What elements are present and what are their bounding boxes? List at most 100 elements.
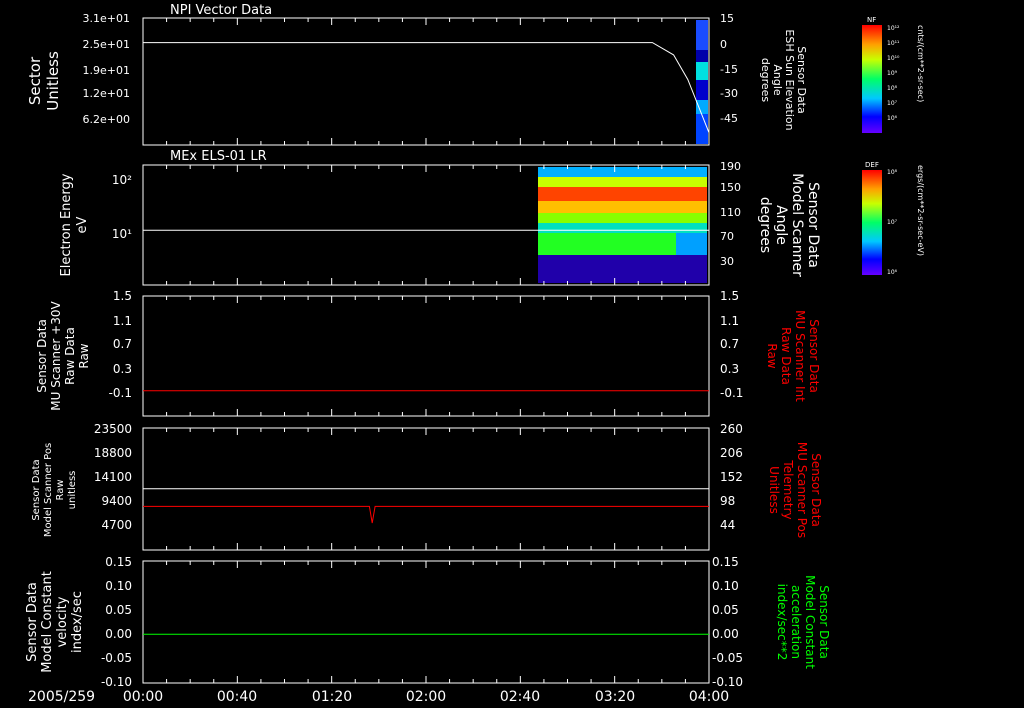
p3-rtick: 0.7 (720, 337, 739, 351)
p4-ytick: 4700 (101, 518, 132, 532)
p5-rtick: 0.05 (712, 603, 739, 617)
panel-1-frame (142, 17, 710, 146)
p4-rlabel: Telemetry (781, 459, 795, 519)
p3-ylabel: Sensor Data (35, 319, 49, 393)
p3-ytick: 1.5 (113, 289, 132, 303)
p3-rtick: -0.1 (720, 386, 743, 400)
p4-ytick: 23500 (94, 422, 132, 436)
p1-rtick: 0 (720, 38, 727, 51)
p3-rlabel: Raw (765, 343, 779, 368)
p5-ylabel: velocity (55, 596, 70, 647)
p5-ytick: 0.10 (105, 579, 132, 593)
p4-rtick: 98 (720, 494, 735, 508)
p5-ylabel: index/sec (70, 591, 85, 653)
p1-ytick: 2.5e+01 (83, 38, 130, 51)
p1-ytick: 6.2e+00 (83, 113, 130, 126)
p3-rtick: 0.3 (720, 362, 739, 376)
p2-ylabel: Electron Energy (59, 173, 74, 276)
p4-rtick: 206 (720, 446, 743, 460)
colorbar-def-tick: 10⁶ (887, 269, 898, 276)
p4-ytick: 14100 (94, 470, 132, 484)
p3-rtick: 1.1 (720, 314, 739, 328)
colorbar-nf-tick: 10⁹ (887, 70, 898, 77)
p5-ytick: 0.00 (105, 627, 132, 641)
p2-spectrogram (538, 167, 707, 283)
p1-rtick: -15 (720, 63, 738, 76)
p3-rlabel: Sensor Data (807, 319, 821, 393)
p5-rlabel: Model Constant (803, 575, 817, 669)
p3-rlabel: MU Scanner Int (793, 310, 807, 402)
colorbar-nf: NF 10¹² 10¹¹ 10¹⁰ 10⁹ 10⁸ 10⁷ 10⁶ cnts/(… (862, 16, 925, 133)
p1-rtick: 15 (720, 12, 734, 25)
panel-1-title: NPI Vector Data (170, 3, 272, 18)
p4-ylabel: unitless (67, 471, 78, 510)
p2-ytick: 10¹ (112, 227, 132, 241)
time-tick: 02:40 (500, 689, 540, 705)
p2-rlabel: degrees (757, 197, 773, 253)
p5-ylabel: Model Constant (40, 571, 55, 673)
p4-ytick: 9400 (101, 494, 132, 508)
p4-ylabel: Model Scanner Pos (43, 443, 54, 537)
p2-rtick: 110 (720, 206, 741, 219)
p5-rlabel: acceleration (789, 585, 803, 659)
p1-ytick: 3.1e+01 (83, 12, 130, 25)
spacecraft-data-plot: NPI Vector Data MEx ELS-01 LR 3.1e+01 2.… (25, 3, 925, 705)
p5-ytick: 0.05 (105, 603, 132, 617)
p2-rtick: 30 (720, 255, 734, 268)
p2-rtick: 150 (720, 181, 741, 194)
colorbar-nf-tick: 10⁸ (887, 85, 898, 92)
p3-ylabel: MU Scanner +30V (49, 301, 63, 411)
p5-rtick: -0.05 (712, 651, 743, 665)
p3-ylabel: Raw (77, 343, 91, 368)
tick-marks (142, 18, 710, 683)
colorbar-nf-tick: 10⁷ (887, 100, 898, 107)
p1-ytick: 1.2e+01 (83, 87, 130, 100)
p4-rtick: 152 (720, 470, 743, 484)
panel-5-frame (142, 560, 710, 684)
p4-rlabel: Sensor Data (809, 453, 823, 527)
p5-rtick: 0.00 (712, 627, 739, 641)
colorbar-nf-tick: 10¹¹ (887, 40, 900, 47)
p2-ytick: 10² (112, 173, 132, 187)
p4-rlabel: Unitless (767, 466, 781, 514)
p1-ytick: 1.9e+01 (83, 64, 130, 77)
colorbar-nf-label: NF (867, 16, 876, 24)
p5-rtick: 0.15 (712, 555, 739, 569)
p1-ylabel: Sector (26, 56, 44, 105)
time-tick: 00:00 (123, 689, 163, 705)
date-label: 2005/259 (28, 689, 95, 705)
p3-ytick: 1.1 (113, 314, 132, 328)
p1-rlabel: degrees (759, 58, 772, 103)
panel-2-title: MEx ELS-01 LR (170, 149, 267, 164)
colorbar-nf-tick: 10¹² (887, 25, 900, 32)
time-tick: 00:40 (217, 689, 257, 705)
panel-4-series-2 (143, 505, 709, 524)
p5-rlabel: index/sec**2 (775, 584, 789, 661)
p3-rtick: 1.5 (720, 289, 739, 303)
p5-rtick: -0.10 (712, 675, 743, 689)
colorbar-nf-unit: cnts/(cm**2-sr-sec) (916, 25, 925, 102)
p4-ylabel: Raw (55, 479, 66, 500)
p3-ytick: 0.7 (113, 337, 132, 351)
time-tick: 04:00 (689, 689, 729, 705)
time-tick: 03:20 (595, 689, 635, 705)
colorbar-def: DEF 10⁸ 10⁷ 10⁶ ergs/(cm**2-sr-sec-eV) (862, 161, 925, 276)
panel-1-series-1 (143, 42, 710, 133)
p3-ytick: 0.3 (113, 362, 132, 376)
p4-rtick: 44 (720, 518, 735, 532)
time-tick: 01:20 (312, 689, 352, 705)
p2-rtick: 70 (720, 230, 734, 243)
p2-rlabel: Model Scanner (789, 173, 805, 277)
p3-ylabel: Raw Data (63, 327, 77, 385)
p2-rlabel: Sensor Data (805, 182, 821, 268)
p1-ylabel: Unitless (44, 51, 62, 111)
colorbar-def-label: DEF (865, 161, 879, 169)
panels-frame (142, 17, 710, 684)
p4-ytick: 18800 (94, 446, 132, 460)
p4-ylabel: Sensor Data (31, 459, 42, 520)
colorbar-def-unit: ergs/(cm**2-sr-sec-eV) (916, 165, 925, 256)
colorbar-nf-tick: 10⁶ (887, 115, 898, 122)
p3-ytick: -0.1 (109, 386, 132, 400)
colorbar-def-tick: 10⁷ (887, 219, 898, 226)
p5-rlabel: Sensor Data (817, 585, 831, 659)
